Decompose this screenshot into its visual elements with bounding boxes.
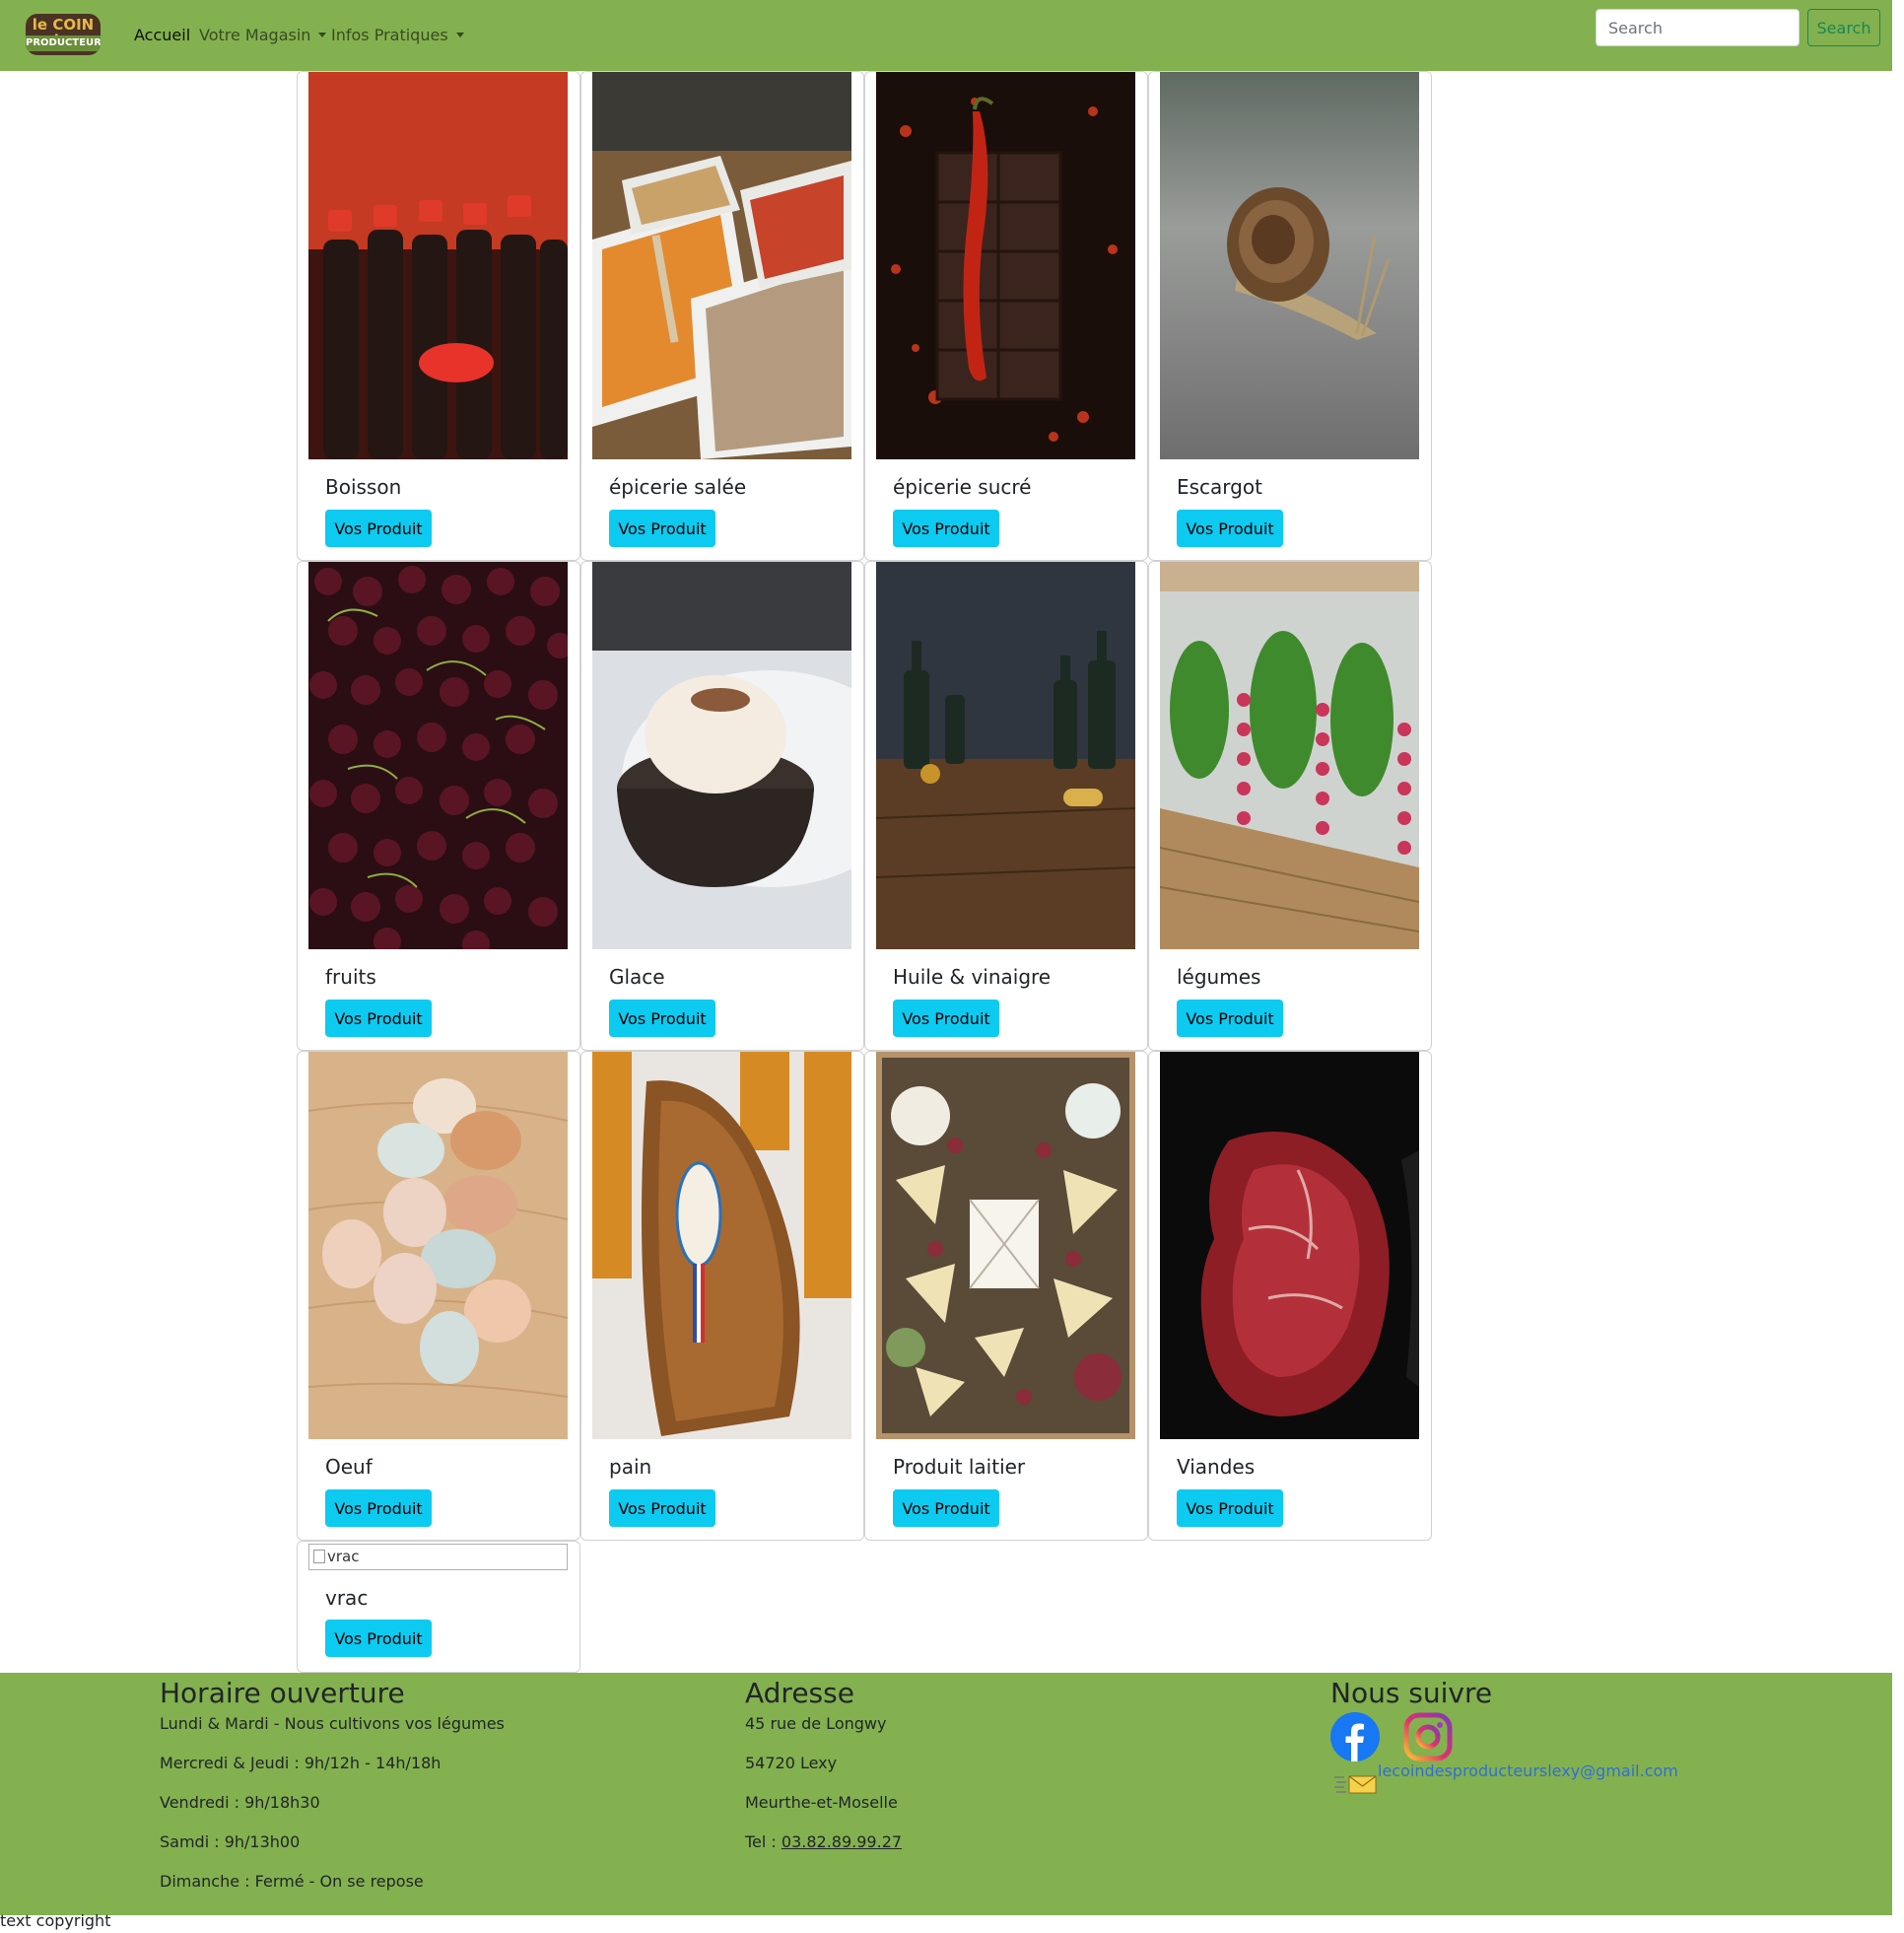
product-image (1160, 72, 1419, 459)
vos-produit-button[interactable]: Vos Produit (1177, 510, 1283, 547)
product-title: vrac (325, 1586, 369, 1610)
social-heading: Nous suivre (1330, 1677, 1493, 1709)
product-card-legumes: légumes Vos Produit (1148, 561, 1432, 1051)
vos-produit-button[interactable]: Vos Produit (325, 510, 432, 547)
logo-text-bottom: PRODUCTEURS (26, 35, 101, 51)
phone-line: Tel : 03.82.89.99.27 (745, 1832, 902, 1852)
product-image (876, 1052, 1135, 1439)
vos-produit-button[interactable]: Vos Produit (609, 510, 715, 547)
product-card-produit-laitier: Produit laitier Vos Produit (864, 1051, 1148, 1541)
address-line: 45 rue de Longwy (745, 1714, 887, 1733)
brand-logo[interactable]: le COIN des PRODUCTEURS (26, 14, 101, 55)
vos-produit-button[interactable]: Vos Produit (609, 1489, 715, 1527)
footer: Horaire ouverture Lundi & Mardi - Nous c… (0, 1673, 1892, 1915)
image-alt-text: vrac (327, 1548, 360, 1565)
vos-produit-button[interactable]: Vos Produit (1177, 1000, 1283, 1037)
product-title: fruits (325, 965, 376, 989)
address-line: Meurthe-et-Moselle (745, 1793, 898, 1812)
product-image (876, 72, 1135, 459)
navbar: le COIN des PRODUCTEURS Accueil Votre Ma… (0, 0, 1892, 71)
product-card-epicerie-salee: épicerie salée Vos Produit (580, 71, 864, 561)
product-image (308, 72, 568, 459)
product-title: Oeuf (325, 1455, 373, 1479)
vos-produit-button[interactable]: Vos Produit (325, 1489, 432, 1527)
nav-dropdown-infos-pratiques[interactable]: Infos Pratiques (331, 24, 464, 47)
product-image (876, 562, 1135, 949)
product-image (592, 562, 851, 949)
product-card-huile-vinaigre: Huile & vinaigre Vos Produit (864, 561, 1148, 1051)
address-heading: Adresse (745, 1677, 854, 1709)
product-title: pain (609, 1455, 652, 1479)
product-title: Produit laitier (893, 1455, 1026, 1479)
product-card-vrac: vrac vrac Vos Produit (297, 1541, 580, 1673)
product-title: légumes (1177, 965, 1261, 989)
broken-image-icon (313, 1550, 325, 1563)
product-title: Boisson (325, 475, 402, 499)
product-card-viandes: Viandes Vos Produit (1148, 1051, 1432, 1541)
nav-dropdown-votre-magasin[interactable]: Votre Magasin (199, 24, 327, 47)
nav-dropdown-label: Votre Magasin (199, 26, 311, 44)
caret-down-icon (318, 33, 327, 37)
vos-produit-button[interactable]: Vos Produit (325, 1620, 432, 1657)
hours-heading: Horaire ouverture (160, 1677, 405, 1709)
phone-label: Tel : (745, 1832, 782, 1851)
product-image (308, 562, 568, 949)
instagram-icon[interactable] (1403, 1712, 1453, 1761)
hours-line: Vendredi : 9h/18h30 (160, 1793, 320, 1812)
product-image (1160, 1052, 1419, 1439)
vos-produit-button[interactable]: Vos Produit (609, 1000, 715, 1037)
product-title: Viandes (1177, 1455, 1256, 1479)
product-image (592, 72, 851, 459)
email-link[interactable]: lecoindesproducteurslexy@gmail.com (1378, 1761, 1678, 1781)
phone-link[interactable]: 03.82.89.99.27 (782, 1832, 902, 1851)
product-title: Escargot (1177, 475, 1262, 499)
hours-line: Dimanche : Fermé - On se repose (160, 1872, 424, 1891)
product-title: épicerie sucré (893, 475, 1032, 499)
search-input[interactable] (1596, 9, 1800, 46)
hours-line: Samdi : 9h/13h00 (160, 1832, 301, 1851)
product-card-oeuf: Oeuf Vos Produit (297, 1051, 580, 1541)
product-card-escargot: Escargot Vos Produit (1148, 71, 1432, 561)
hours-line: Mercredi & Jeudi : 9h/12h - 14h/18h (160, 1754, 442, 1772)
broken-image-placeholder: vrac (308, 1544, 568, 1570)
facebook-icon[interactable] (1330, 1712, 1380, 1761)
product-image (308, 1052, 568, 1439)
product-image (1160, 562, 1419, 949)
mail-icon (1334, 1771, 1378, 1795)
vos-produit-button[interactable]: Vos Produit (893, 1489, 999, 1527)
product-card-fruits: fruits Vos Produit (297, 561, 580, 1051)
vos-produit-button[interactable]: Vos Produit (1177, 1489, 1283, 1527)
address-line: 54720 Lexy (745, 1754, 838, 1772)
product-card-epicerie-sucre: épicerie sucré Vos Produit (864, 71, 1148, 561)
hours-line: Lundi & Mardi - Nous cultivons vos légum… (160, 1714, 505, 1733)
nav-dropdown-label: Infos Pratiques (331, 26, 448, 44)
search-button[interactable]: Search (1807, 9, 1880, 46)
product-title: épicerie salée (609, 475, 747, 499)
vos-produit-button[interactable]: Vos Produit (893, 1000, 999, 1037)
product-card-pain: pain Vos Produit (580, 1051, 864, 1541)
nav-link-accueil[interactable]: Accueil (134, 24, 190, 47)
copyright-text: text copyright (0, 1911, 111, 1930)
product-image (592, 1052, 851, 1439)
product-title: Glace (609, 965, 665, 989)
product-card-boisson: Boisson Vos Produit (297, 71, 580, 561)
product-card-glace: Glace Vos Produit (580, 561, 864, 1051)
vos-produit-button[interactable]: Vos Produit (325, 1000, 432, 1037)
vos-produit-button[interactable]: Vos Produit (893, 510, 999, 547)
product-title: Huile & vinaigre (893, 965, 1052, 989)
caret-down-icon (455, 33, 464, 37)
